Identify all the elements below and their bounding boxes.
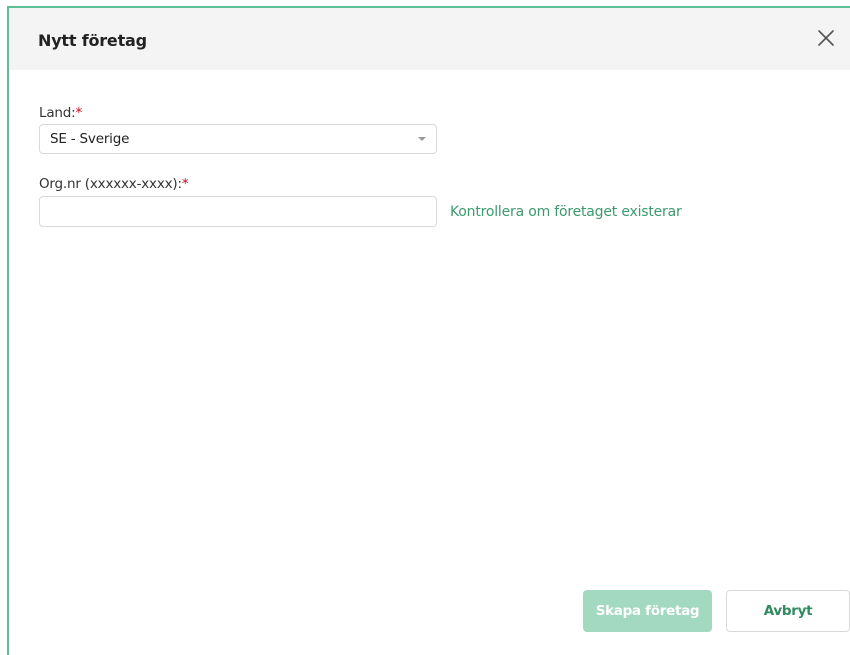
- dialog-header: Nytt företag: [9, 8, 850, 70]
- country-select-value: SE - Sverige: [50, 131, 130, 147]
- country-label: Land:*: [39, 105, 82, 121]
- required-marker: *: [181, 176, 189, 192]
- org-nr-label: Org.nr (xxxxxx-xxxx):*: [39, 176, 189, 192]
- check-company-exists-link[interactable]: Kontrollera om företaget existerar: [450, 204, 682, 220]
- country-label-text: Land:: [39, 105, 76, 121]
- org-nr-input[interactable]: [39, 196, 437, 227]
- close-icon[interactable]: [814, 26, 838, 50]
- chevron-down-icon: [418, 137, 426, 141]
- cancel-button[interactable]: Avbryt: [726, 590, 850, 632]
- required-marker: *: [75, 105, 83, 121]
- dialog-title: Nytt företag: [38, 31, 147, 50]
- country-select[interactable]: SE - Sverige: [39, 124, 437, 154]
- create-company-button[interactable]: Skapa företag: [583, 590, 712, 632]
- org-nr-label-text: Org.nr (xxxxxx-xxxx):: [39, 176, 182, 192]
- new-company-dialog: Nytt företag Land:* SE - Sverige Org.nr …: [7, 6, 850, 655]
